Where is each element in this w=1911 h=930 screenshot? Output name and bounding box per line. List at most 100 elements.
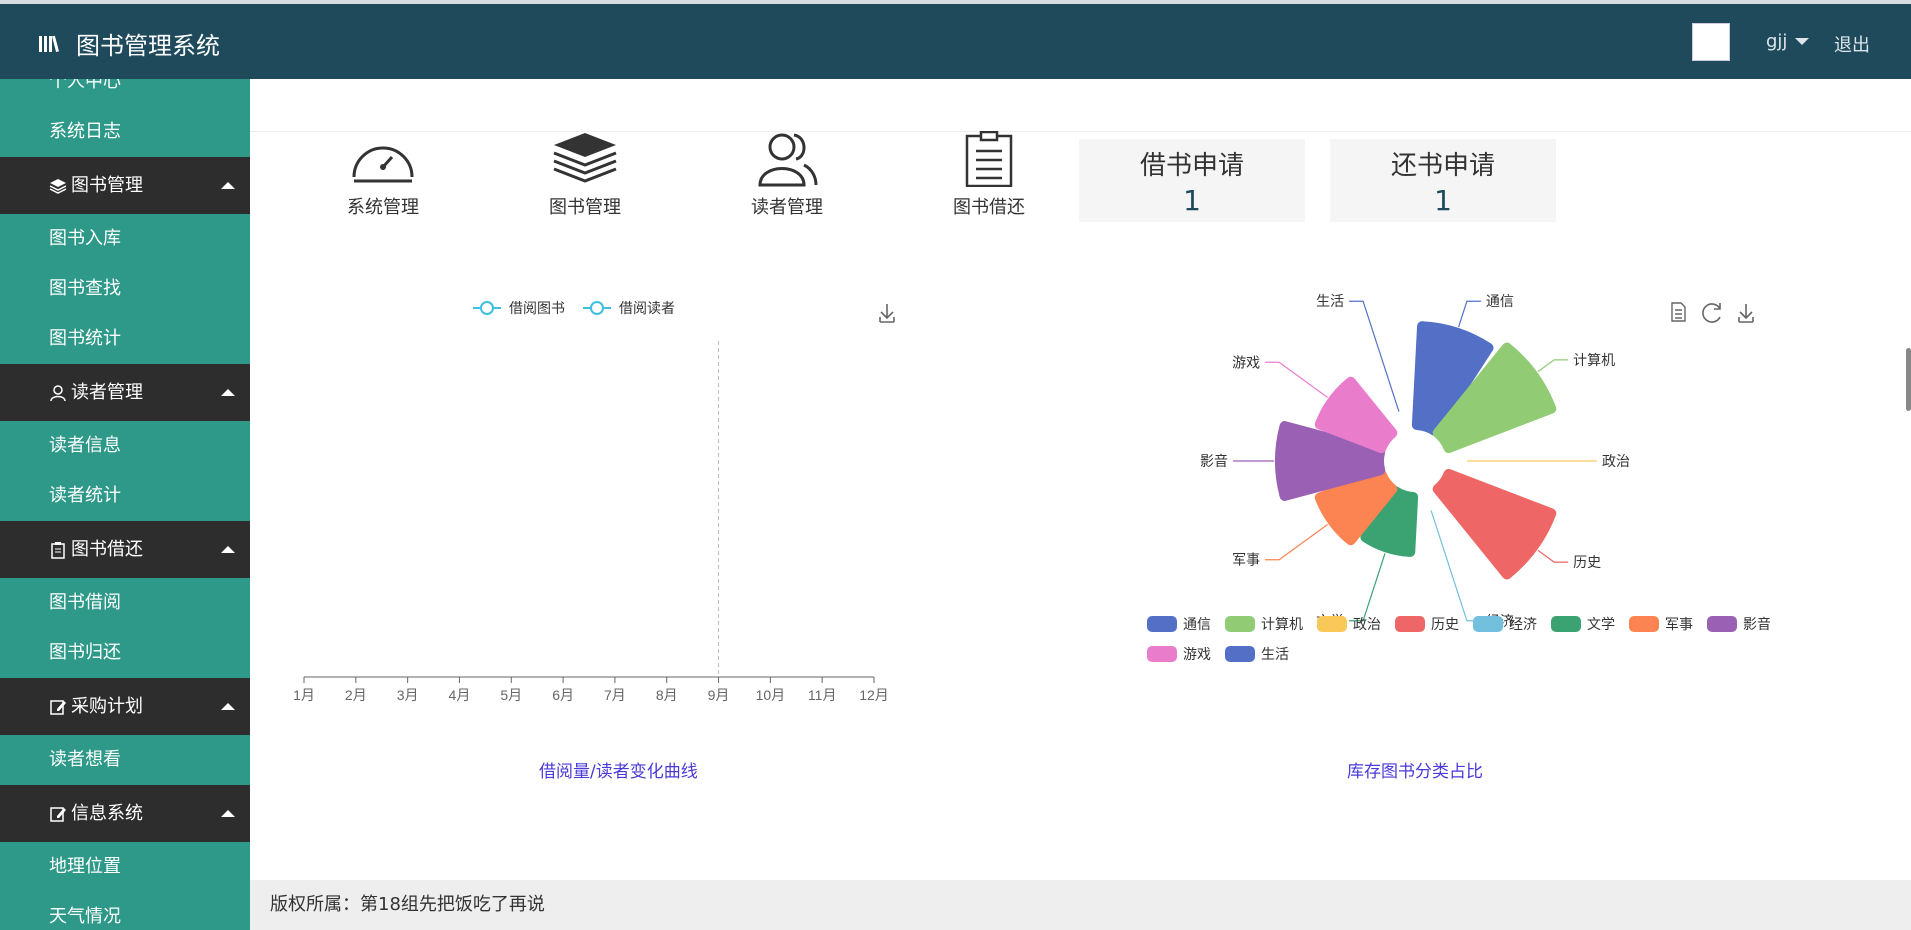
download-icon[interactable] [1738,304,1754,323]
legend-item[interactable]: 影音 [1707,616,1770,632]
legend-label: 计算机 [1261,616,1303,632]
quick-readers[interactable]: 读者管理 [727,131,847,219]
top-bar: 图书管理系统 gjj 退出 [0,0,1911,79]
x-tick-label: 11月 [808,687,837,703]
legend-swatch [1147,646,1177,662]
data-view-icon[interactable] [1671,302,1686,322]
chevron-up-icon [221,703,235,710]
chevron-up-icon [221,182,235,189]
sidebar-item-reader-info[interactable]: 读者信息 [0,421,250,471]
x-tick-label: 4月 [449,687,471,703]
x-tick-label: 12月 [859,687,889,703]
sidebar-group-readers[interactable]: 读者管理 [0,364,250,421]
avatar[interactable] [1692,23,1730,61]
legend-item[interactable]: 政治 [1317,616,1381,632]
divider [250,131,1911,132]
sidebar-item-wishlist[interactable]: 读者想看 [0,735,250,785]
return-request-card[interactable]: 还书申请 1 [1330,139,1556,222]
layers-icon [49,178,67,194]
pie-label: 生活 [1316,293,1344,309]
legend-item: 借阅图书 [473,300,565,316]
sidebar-item-book-search[interactable]: 图书查找 [0,264,250,314]
sidebar-group-info[interactable]: 信息系统 [0,785,250,842]
sidebar-item-return[interactable]: 图书归还 [0,628,250,678]
quick-borrow[interactable]: 图书借还 [929,131,1049,219]
main-content: 系统管理 图书管理 读者管理 图书借还 借书申请 1 还书申请 1 借阅图书 借… [250,79,1911,879]
label-line [1265,361,1328,399]
sidebar-item-location[interactable]: 地理位置 [0,842,250,892]
x-tick-label: 7月 [604,687,626,703]
pie-chart: 通信计算机政治历史经济文学军事影音游戏生活通信计算机政治历史经济文学军事影音游戏… [1147,293,1770,662]
sidebar-item-profile[interactable]: 个人中心 [0,79,250,107]
legend-label: 借阅读者 [619,300,675,316]
line-chart: 借阅图书 借阅读者 1月 2月 3月 4月 5月 6月 7月 8月 9月 10月 11月 12月 [293,300,895,703]
legend-marker [480,301,494,315]
download-glyph [879,304,895,323]
legend-swatch [1317,616,1347,632]
restore-icon[interactable] [1702,303,1721,323]
legend-label: 历史 [1431,616,1459,632]
sidebar: 个人中心 系统日志 图书管理 图书入库 图书查找 图书统计 读者管理 读者信息 … [0,79,250,930]
sidebar-item-reader-stats[interactable]: 读者统计 [0,471,250,521]
legend-item[interactable]: 文学 [1551,616,1615,632]
logout-link[interactable]: 退出 [1834,31,1870,57]
chevron-up-icon [221,810,235,817]
icon-glyph [1738,304,1754,323]
download-icon[interactable] [879,304,895,323]
x-tick-label: 9月 [708,687,730,703]
legend-label: 通信 [1183,616,1211,632]
scrollbar[interactable] [1906,348,1911,411]
legend-label: 影音 [1743,616,1770,632]
books-icon [39,35,60,52]
legend-swatch [1629,616,1659,632]
quick-borrow-label: 图书借还 [953,197,1025,218]
quick-books-label: 图书管理 [549,197,621,218]
legend-item[interactable]: 游戏 [1147,646,1211,662]
line-chart-title: 借阅量/读者变化曲线 [539,762,698,782]
pie-label: 政治 [1602,453,1630,469]
sidebar-item-weather[interactable]: 天气情况 [0,892,250,930]
pie-label: 计算机 [1573,352,1615,368]
legend-item[interactable]: 计算机 [1225,616,1303,632]
sidebar-group-borrow[interactable]: 图书借还 [0,521,250,578]
quick-system-label: 系统管理 [347,197,419,218]
x-tick-label: 10月 [756,687,786,703]
legend-marker [590,301,604,315]
legend-label: 经济 [1509,616,1537,632]
sidebar-item-book-in[interactable]: 图书入库 [0,214,250,264]
legend-item[interactable]: 历史 [1395,616,1459,632]
label-line [1349,553,1386,622]
legend-swatch [1225,646,1255,662]
clipboard-icon [965,131,1013,187]
label-line [1537,359,1569,373]
sidebar-group-books[interactable]: 图书管理 [0,157,250,214]
icon-glyph [1702,303,1721,323]
pie-label: 历史 [1573,554,1601,570]
quick-system[interactable]: 系统管理 [323,131,443,219]
sidebar-item-system-log[interactable]: 系统日志 [0,107,250,157]
pie-chart-title: 库存图书分类占比 [1347,762,1483,782]
x-tick-label: 2月 [345,687,367,703]
legend-label: 政治 [1353,616,1381,632]
card-title: 还书申请 [1390,151,1495,181]
borrow-request-card[interactable]: 借书申请 1 [1079,139,1305,222]
sidebar-item-book-stats[interactable]: 图书统计 [0,314,250,364]
pie-label: 通信 [1486,293,1514,309]
quick-books[interactable]: 图书管理 [525,131,645,219]
sidebar-item-borrow[interactable]: 图书借阅 [0,578,250,628]
footer: 版权所属：第18组先把饭吃了再说 [250,880,1911,930]
legend-item[interactable]: 生活 [1225,646,1289,662]
edit-icon [50,806,66,822]
brand[interactable]: 图书管理系统 [36,26,220,61]
pie-label: 军事 [1232,552,1260,568]
legend-item[interactable]: 军事 [1629,616,1693,632]
legend-item[interactable]: 通信 [1147,616,1211,632]
user-menu[interactable]: gjj [1766,31,1810,52]
sidebar-group-purchase[interactable]: 采购计划 [0,678,250,735]
sidebar-group-label: 图书管理 [71,175,143,196]
legend-label: 借阅图书 [509,300,565,316]
legend-label: 生活 [1261,646,1289,662]
label-line [1458,300,1481,328]
legend-swatch [1551,616,1581,632]
pie-slice [1432,468,1557,580]
